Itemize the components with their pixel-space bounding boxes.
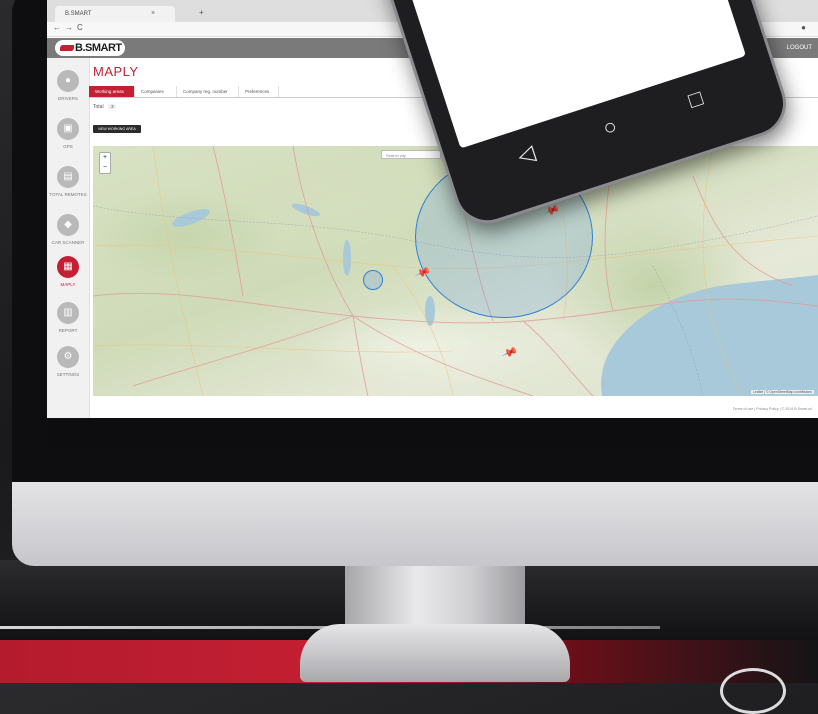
screen-bezel-bottom xyxy=(47,418,818,448)
phone-screen xyxy=(395,0,747,149)
monitor-foot xyxy=(300,624,570,682)
new-tab-icon[interactable]: + xyxy=(199,8,204,17)
working-area-circle[interactable] xyxy=(363,270,383,290)
sidebar-item-label: GPS xyxy=(63,144,73,149)
monitor-stand xyxy=(345,566,525,626)
close-icon[interactable]: × xyxy=(151,6,155,22)
user-icon[interactable]: ● xyxy=(801,23,806,32)
logo-text: B.SMART xyxy=(75,42,122,54)
zoom-control[interactable]: + − xyxy=(99,152,111,174)
driver-icon: ● xyxy=(57,70,79,92)
back-arrow-icon[interactable]: ← xyxy=(53,23,61,32)
back-icon[interactable]: ◁ xyxy=(514,140,538,169)
browser-tab[interactable]: B.SMART × xyxy=(55,6,175,22)
sidebar-item-total-remotes[interactable]: ▤ Total Remotes xyxy=(47,162,89,210)
footer-links[interactable]: Terms of use | Privacy Policy | © 2019 B… xyxy=(733,407,812,411)
sidebar: ● Drivers ▣ GPS ▤ Total Remotes ◆ Car Sc… xyxy=(47,58,90,418)
monitor-chin xyxy=(12,482,818,566)
sidebar-item-label: Report xyxy=(58,328,78,333)
browser-tab-title: B.SMART xyxy=(65,11,92,17)
sidebar-item-report[interactable]: ▥ Report xyxy=(47,298,89,346)
sidebar-item-label: Drivers xyxy=(57,96,78,101)
reload-icon[interactable]: C xyxy=(77,23,83,32)
tab-company-reg-number[interactable]: Company reg. number xyxy=(177,86,239,97)
sidebar-item-car-scanner[interactable]: ◆ Car Scanner xyxy=(47,210,89,258)
logo[interactable]: B.SMART xyxy=(55,40,125,56)
tab-companies[interactable]: Companies xyxy=(135,86,177,97)
sidebar-item-gps[interactable]: ▣ GPS xyxy=(47,114,89,162)
forward-arrow-icon[interactable]: → xyxy=(65,23,73,32)
sidebar-item-label: Maply xyxy=(60,282,76,287)
recents-icon[interactable]: □ xyxy=(685,85,705,113)
map-icon: ▦ xyxy=(57,256,79,278)
zoom-out-button[interactable]: − xyxy=(100,163,110,173)
total-count-badge: 3 xyxy=(107,104,117,109)
sidebar-item-maply[interactable]: ▦ Maply xyxy=(47,252,89,300)
sidebar-item-label: Car Scanner xyxy=(51,240,85,245)
tab-preferences[interactable]: Preferences xyxy=(239,86,279,97)
page-title: MAPLY xyxy=(93,64,139,79)
home-icon[interactable]: ○ xyxy=(600,113,620,141)
tab-working-areas[interactable]: Working areas xyxy=(89,86,135,97)
total-summary: Total 3 xyxy=(93,104,117,110)
gps-icon: ▣ xyxy=(57,118,79,140)
sidebar-item-label: Settings xyxy=(56,372,80,377)
sidebar-item-settings[interactable]: ⚙ Settings xyxy=(47,342,89,390)
report-icon: ▥ xyxy=(57,302,79,324)
sidebar-item-drivers[interactable]: ● Drivers xyxy=(47,66,89,114)
decorative-circle xyxy=(720,668,786,714)
sidebar-item-label: Total Remotes xyxy=(49,192,87,197)
logout-button[interactable]: LOGOUT xyxy=(787,38,812,58)
map-attribution: Leaflet | © OpenStreetMap contributors xyxy=(751,390,814,394)
logo-mark-icon xyxy=(60,45,74,51)
settings-icon: ⚙ xyxy=(57,346,79,368)
remotes-icon: ▤ xyxy=(57,166,79,188)
new-working-area-button[interactable]: NEW WORKING AREA xyxy=(93,125,141,133)
car-icon: ◆ xyxy=(57,214,79,236)
total-label: Total xyxy=(93,104,104,110)
zoom-in-button[interactable]: + xyxy=(100,153,110,163)
map-search-input[interactable]: Search city xyxy=(381,150,441,159)
